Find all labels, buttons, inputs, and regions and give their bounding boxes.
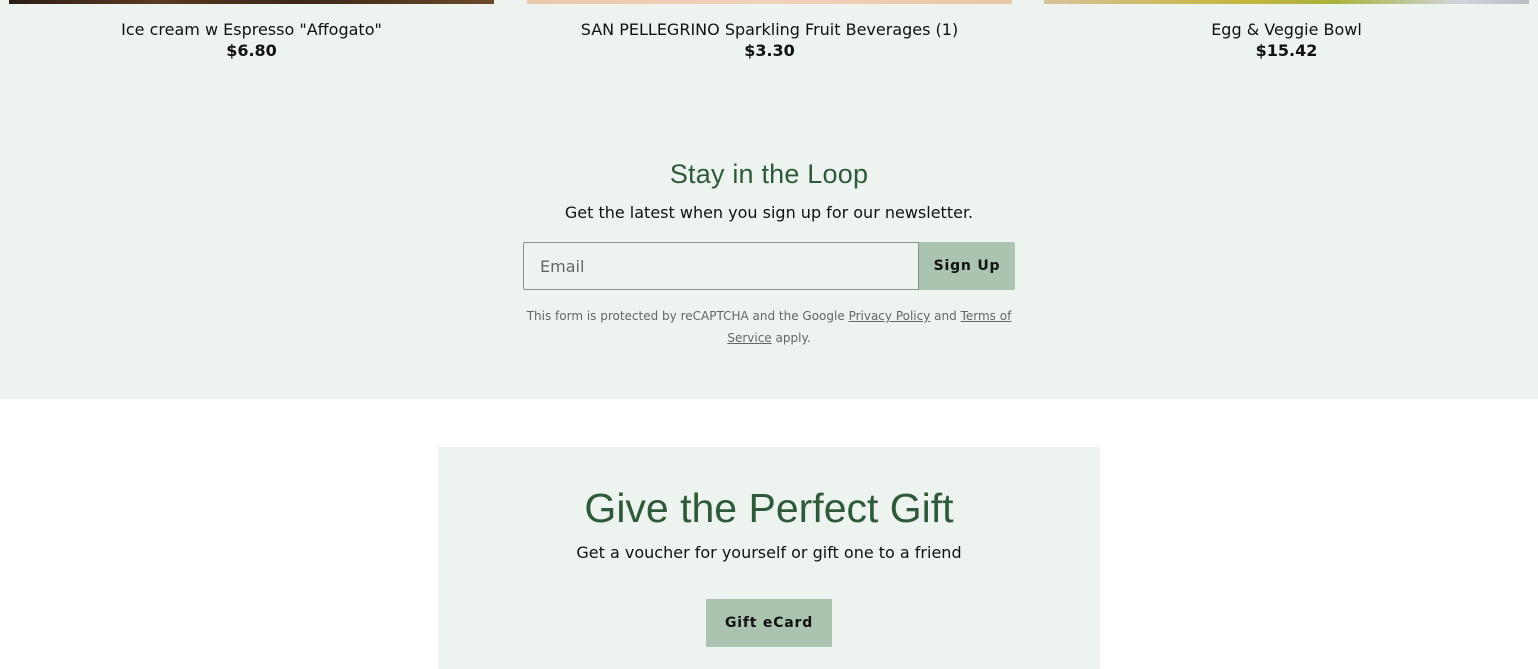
gift-ecard-button[interactable]: Gift eCard bbox=[706, 599, 832, 647]
product-card[interactable]: Ice cream w Espresso "Affogato" $6.80 bbox=[9, 0, 494, 62]
newsletter-title: Stay in the Loop bbox=[669, 159, 869, 189]
product-price: $3.30 bbox=[744, 41, 795, 60]
email-input[interactable] bbox=[523, 242, 919, 290]
legal-suffix: apply. bbox=[775, 331, 811, 345]
gift-subtitle: Get a voucher for yourself or gift one t… bbox=[576, 543, 962, 562]
product-row: Ice cream w Espresso "Affogato" $6.80 SA… bbox=[0, 0, 1538, 70]
product-image[interactable] bbox=[9, 0, 494, 4]
gift-card-section: Give the Perfect Gift Get a voucher for … bbox=[438, 447, 1100, 669]
newsletter-section: Stay in the Loop Get the latest when you… bbox=[0, 150, 1538, 224]
product-image[interactable] bbox=[1044, 0, 1529, 4]
product-card[interactable]: Egg & Veggie Bowl $15.42 bbox=[1044, 0, 1529, 62]
product-price: $15.42 bbox=[1255, 41, 1318, 60]
sign-up-button[interactable]: Sign Up bbox=[919, 242, 1015, 290]
product-name[interactable]: Egg & Veggie Bowl bbox=[1044, 20, 1529, 40]
newsletter-band: Ice cream w Espresso "Affogato" $6.80 SA… bbox=[0, 0, 1538, 399]
legal-and: and bbox=[934, 309, 957, 323]
product-price: $6.80 bbox=[226, 41, 277, 60]
recaptcha-notice: This form is protected by reCAPTCHA and … bbox=[523, 305, 1015, 349]
newsletter-form: Sign Up bbox=[523, 242, 1015, 290]
gift-title: Give the Perfect Gift bbox=[584, 485, 954, 531]
product-card[interactable]: SAN PELLEGRINO Sparkling Fruit Beverages… bbox=[527, 0, 1012, 62]
product-name[interactable]: Ice cream w Espresso "Affogato" bbox=[9, 20, 494, 40]
newsletter-subtitle: Get the latest when you sign up for our … bbox=[564, 203, 974, 222]
legal-prefix: This form is protected by reCAPTCHA and … bbox=[526, 309, 845, 323]
product-image[interactable] bbox=[527, 0, 1012, 4]
product-name[interactable]: SAN PELLEGRINO Sparkling Fruit Beverages… bbox=[527, 20, 1012, 40]
privacy-policy-link[interactable]: Privacy Policy bbox=[849, 309, 931, 323]
